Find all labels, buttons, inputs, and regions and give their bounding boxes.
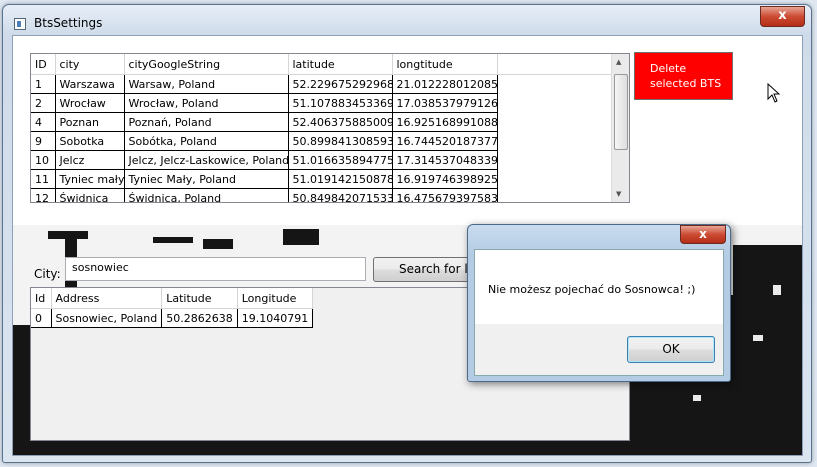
column-header-city-google-string[interactable]: cityGoogleString bbox=[124, 54, 289, 75]
title-bar[interactable]: BtsSettings x bbox=[3, 5, 811, 35]
cell-latitude[interactable]: 50.8498420715332 bbox=[288, 188, 393, 202]
cell-filler bbox=[497, 75, 611, 94]
cell-city[interactable]: Jelcz bbox=[55, 150, 125, 170]
cell-id[interactable]: 11 bbox=[31, 169, 56, 189]
mouse-pointer-icon bbox=[767, 83, 781, 103]
cell-latitude[interactable]: 52.2296752929688 bbox=[288, 74, 393, 94]
dialog-message: Nie możesz pojechać do Sosnowca! ;) bbox=[488, 283, 696, 296]
column-header-longitude[interactable]: Longitude bbox=[237, 288, 314, 309]
dialog-body: Nie możesz pojechać do Sosnowca! ;) OK bbox=[474, 249, 724, 376]
cell-address[interactable]: Sosnowiec, Poland bbox=[51, 308, 163, 328]
cell-id[interactable]: 9 bbox=[31, 131, 56, 151]
message-dialog: x Nie możesz pojechać do Sosnowca! ;) OK bbox=[467, 224, 731, 382]
scrollbar-thumb[interactable] bbox=[614, 74, 628, 150]
cell-city-google-string[interactable]: Świdnica, Poland bbox=[124, 188, 289, 202]
cell-city[interactable]: Świdnica bbox=[55, 188, 125, 202]
bts-table[interactable]: ID city cityGoogleString latitude longti… bbox=[30, 53, 630, 203]
cell-city-google-string[interactable]: Sobótka, Poland bbox=[124, 131, 289, 151]
scroll-down-icon[interactable]: ▼ bbox=[616, 190, 621, 198]
cell-id[interactable]: 4 bbox=[31, 112, 56, 132]
cell-id[interactable]: 10 bbox=[31, 150, 56, 170]
table-row[interactable]: 11 Tyniec mały Tyniec Mały, Poland 51.01… bbox=[31, 169, 611, 189]
cell-city[interactable]: Warszawa bbox=[55, 74, 125, 94]
column-header-id[interactable]: ID bbox=[31, 54, 56, 75]
table-row[interactable]: 9 Sobotka Sobótka, Poland 50.89984130859… bbox=[31, 131, 611, 151]
column-header-id[interactable]: Id bbox=[31, 288, 52, 309]
cell-city[interactable]: Poznan bbox=[55, 112, 125, 132]
cell-city[interactable]: Tyniec mały bbox=[55, 169, 125, 189]
column-header-latitude[interactable]: latitude bbox=[288, 54, 393, 75]
cell-longitude[interactable]: 16.9251689910889 bbox=[392, 112, 498, 132]
cell-longitude[interactable]: 16.9197463989258 bbox=[392, 169, 498, 189]
delete-selected-bts-button[interactable]: Delete selected BTS bbox=[634, 52, 733, 100]
cell-latitude[interactable]: 51.0166358947754 bbox=[288, 150, 393, 170]
cell-id[interactable]: 0 bbox=[31, 308, 52, 328]
close-icon[interactable]: x bbox=[760, 6, 805, 27]
ok-button[interactable]: OK bbox=[627, 336, 715, 363]
cell-filler bbox=[497, 151, 611, 170]
cell-id[interactable]: 2 bbox=[31, 93, 56, 113]
dialog-message-area: Nie możesz pojechać do Sosnowca! ;) bbox=[475, 250, 723, 324]
cell-longitude[interactable]: 19.1040791 bbox=[237, 308, 314, 328]
cell-latitude[interactable]: 50.8998413085938 bbox=[288, 131, 393, 151]
cell-longitude[interactable]: 16.7445201873779 bbox=[392, 131, 498, 151]
table-row[interactable]: 0 Sosnowiec, Poland 50.2862638 19.104079… bbox=[31, 308, 314, 328]
results-table-header: Id Address Latitude Longitude bbox=[31, 288, 314, 309]
cell-filler bbox=[497, 132, 611, 151]
column-header-filler bbox=[497, 54, 611, 75]
close-icon[interactable]: x bbox=[680, 225, 726, 244]
column-header-city[interactable]: city bbox=[55, 54, 125, 75]
table-row[interactable]: 2 Wrocław Wrocław, Poland 51.10788345336… bbox=[31, 93, 611, 113]
delete-button-label-line1: Delete bbox=[650, 62, 687, 75]
delete-button-label-line2: selected BTS bbox=[650, 77, 722, 90]
cell-longitude[interactable]: 17.3145370483398 bbox=[392, 150, 498, 170]
column-header-address[interactable]: Address bbox=[51, 288, 163, 309]
cell-latitude[interactable]: 51.0191421508789 bbox=[288, 169, 393, 189]
city-search-input[interactable]: sosnowiec bbox=[65, 257, 366, 281]
cell-city[interactable]: Wrocław bbox=[55, 93, 125, 113]
bts-table-scrollbar[interactable]: ▲ ▼ bbox=[611, 54, 629, 202]
cell-city-google-string[interactable]: Wrocław, Poland bbox=[124, 93, 289, 113]
scroll-up-icon[interactable]: ▲ bbox=[616, 58, 621, 66]
column-header-latitude[interactable]: Latitude bbox=[161, 288, 238, 309]
cell-latitude[interactable]: 52.4063758850098 bbox=[288, 112, 393, 132]
cell-longitude[interactable]: 17.038537979126 bbox=[392, 93, 498, 113]
app-window-icon bbox=[14, 18, 26, 30]
table-row[interactable]: 4 Poznan Poznań, Poland 52.4063758850098… bbox=[31, 112, 611, 132]
cell-longitude[interactable]: 21.012228012085 bbox=[392, 74, 498, 94]
city-label: City: bbox=[34, 267, 61, 281]
cell-city-google-string[interactable]: Warsaw, Poland bbox=[124, 74, 289, 94]
cell-city-google-string[interactable]: Poznań, Poland bbox=[124, 112, 289, 132]
bts-table-header: ID city cityGoogleString latitude longti… bbox=[31, 54, 611, 75]
search-for-location-button[interactable]: Search for loc bbox=[373, 257, 478, 282]
cell-filler bbox=[497, 94, 611, 113]
cell-city[interactable]: Sobotka bbox=[55, 131, 125, 151]
column-header-longitude[interactable]: longtitude bbox=[392, 54, 498, 75]
cell-filler bbox=[497, 189, 611, 203]
window-title: BtsSettings bbox=[34, 16, 103, 30]
cell-latitude[interactable]: 50.2862638 bbox=[161, 308, 238, 328]
cell-id[interactable]: 12 bbox=[31, 188, 56, 202]
cell-filler bbox=[497, 170, 611, 189]
cell-longitude[interactable]: 16.4756793975830 bbox=[392, 188, 498, 202]
table-row[interactable]: 1 Warszawa Warsaw, Poland 52.22967529296… bbox=[31, 74, 611, 94]
table-row[interactable]: 12 Świdnica Świdnica, Poland 50.84984207… bbox=[31, 188, 611, 203]
cell-id[interactable]: 1 bbox=[31, 74, 56, 94]
table-row[interactable]: 10 Jelcz Jelcz, Jelcz-Laskowice, Poland … bbox=[31, 150, 611, 170]
cell-latitude[interactable]: 51.1078834533691 bbox=[288, 93, 393, 113]
cell-filler bbox=[497, 113, 611, 132]
cell-city-google-string[interactable]: Jelcz, Jelcz-Laskowice, Poland bbox=[124, 150, 289, 170]
cell-city-google-string[interactable]: Tyniec Mały, Poland bbox=[124, 169, 289, 189]
